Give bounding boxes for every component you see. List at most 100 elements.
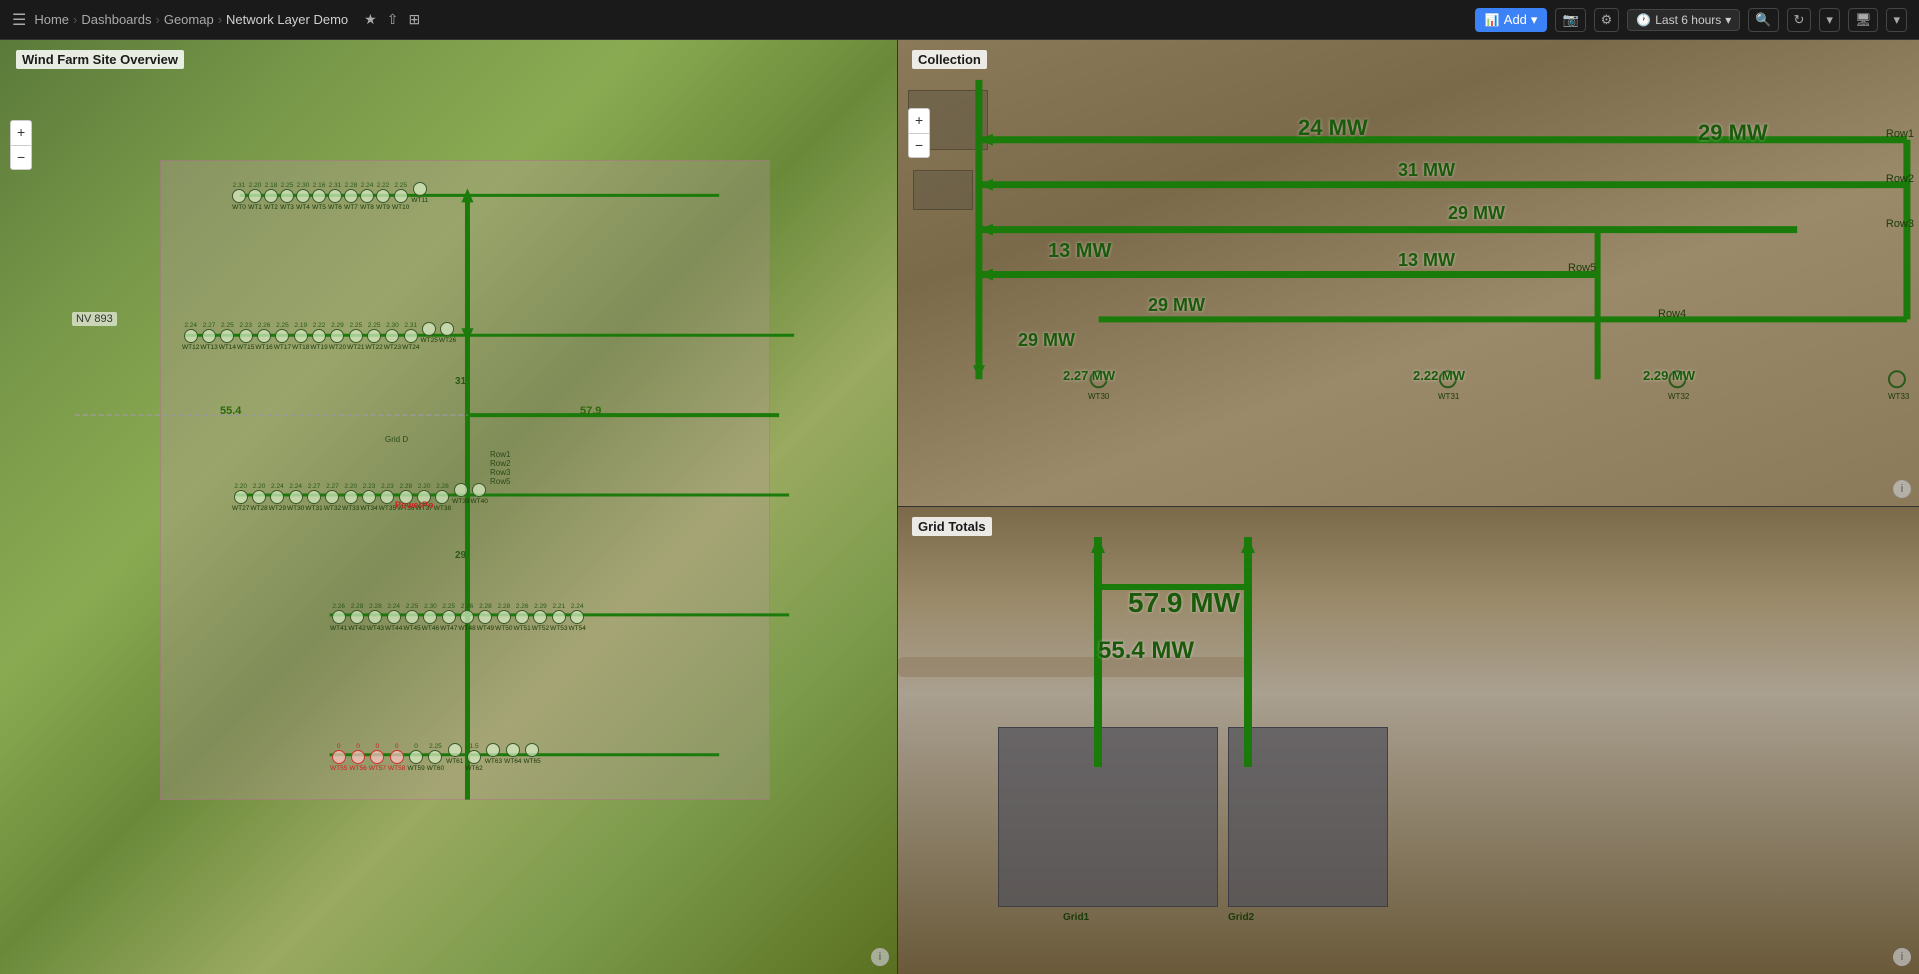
- turbine-wt47: 2.25WT47: [440, 603, 457, 632]
- expand-button[interactable]: ▾: [1886, 8, 1907, 32]
- left-zoom-out[interactable]: −: [11, 146, 31, 170]
- settings-button[interactable]: ⚙: [1594, 8, 1620, 32]
- turbine-wt3: 2.25 WT3: [280, 182, 294, 211]
- turbine-wt46: 2.30WT46: [422, 603, 439, 632]
- chevron-down-button[interactable]: ▾: [1819, 8, 1840, 32]
- turbine-wt54: 2.24WT54: [568, 603, 585, 632]
- mw-24mw: 24 MW: [1298, 115, 1368, 141]
- turbine-wt44: 2.24WT44: [385, 603, 402, 632]
- turbine-wt13: 2.27WT13: [200, 322, 217, 351]
- turbine-wt56: 0WT56: [349, 743, 366, 772]
- camera-button[interactable]: 📷: [1555, 8, 1585, 32]
- breadcrumb-dashboards[interactable]: Dashboards: [81, 12, 151, 27]
- turbine-wt23: 2.30WT23: [384, 322, 401, 351]
- turbine-wt1: 2.20 WT1: [248, 182, 262, 211]
- mw-13mw-2: 13 MW: [1398, 250, 1455, 271]
- grid-icon[interactable]: ⊞: [408, 11, 420, 28]
- turbine-wt8: 2.24 WT8: [360, 182, 374, 211]
- add-chevron: ▾: [1531, 12, 1538, 28]
- turbine-wt31: 2.27WT31: [305, 483, 322, 512]
- turbine-wt58: 0WT58: [388, 743, 405, 772]
- turbine-wt12: 2.24WT12: [182, 322, 199, 351]
- right-panel: Collection + −: [898, 40, 1919, 974]
- turbine-wt33: 2.20WT33: [342, 483, 359, 512]
- mw-wt31: 2.22 MW: [1413, 368, 1465, 383]
- grid-label-1: Grid1: [1063, 912, 1089, 923]
- grid-totals-map[interactable]: 57.9 MW 55.4 MW Grid1 Grid2 i: [898, 507, 1919, 974]
- wind-farm-map[interactable]: NV 893: [0, 40, 897, 974]
- mw-29mw-2: 29 MW: [1148, 295, 1205, 316]
- mw-wt32: 2.29 MW: [1643, 368, 1695, 383]
- turbine-wt62: 1.5WT62: [465, 743, 482, 772]
- monitor-button[interactable]: 🖥: [1848, 8, 1879, 32]
- row-label-3: Row3: [1886, 218, 1914, 230]
- powerpo-label: PowerPo: [395, 500, 434, 510]
- turbine-wt38: 2.28WT38: [434, 483, 451, 512]
- star-icon[interactable]: ★: [364, 11, 377, 28]
- turbine-wt65: WT65: [523, 743, 540, 772]
- breadcrumb-home[interactable]: Home: [34, 12, 69, 27]
- turbine-wt0: 2.31 WT0: [232, 182, 246, 211]
- refresh-button[interactable]: ↻: [1787, 8, 1812, 32]
- turbine-wt7: 2.28 WT7: [344, 182, 358, 211]
- turbine-wt26: WT26: [439, 322, 456, 351]
- topbar: ☰ Home › Dashboards › Geomap › Network L…: [0, 0, 1919, 40]
- grid-57-9mw: 57.9 MW: [1128, 587, 1240, 619]
- breadcrumb-sep-2: ›: [155, 12, 159, 27]
- mw-wt30: 2.27 MW: [1063, 368, 1115, 383]
- grid-totals-panel: Grid Totals + −: [898, 507, 1919, 974]
- turbine-label-wt31: WT31: [1438, 392, 1459, 401]
- turbine-wt29: 2.24WT29: [269, 483, 286, 512]
- add-button[interactable]: 📊 Add ▾: [1475, 8, 1548, 32]
- left-panel-info-button[interactable]: i: [871, 948, 889, 966]
- turbine-wt48: 2.26WT48: [458, 603, 475, 632]
- turbine-wt32: 2.27WT32: [324, 483, 341, 512]
- breadcrumb-geomap[interactable]: Geomap: [164, 12, 214, 27]
- hamburger-icon[interactable]: ☰: [12, 10, 26, 30]
- left-zoom-control: + −: [10, 120, 32, 170]
- collection-panel-info-button[interactable]: i: [1893, 480, 1911, 498]
- breadcrumb-sep-1: ›: [73, 12, 77, 27]
- time-range-selector[interactable]: 🕐 Last 6 hours ▾: [1627, 9, 1740, 31]
- share-icon[interactable]: ⇧: [387, 11, 399, 28]
- collection-title: Collection: [912, 50, 987, 69]
- turbine-label-wt32: WT32: [1668, 392, 1689, 401]
- turbine-row-1: 2.31 WT0 2.20 WT1 2.18 WT2 2.25: [232, 182, 428, 211]
- row-label-1: Row1: [1886, 128, 1914, 140]
- road-label-nv893: NV 893: [72, 312, 117, 326]
- wind-farm-title: Wind Farm Site Overview: [16, 50, 184, 69]
- left-zoom-in[interactable]: +: [11, 121, 31, 146]
- wind-farm-site-boundary: [160, 160, 770, 800]
- turbine-wt43: 2.28WT43: [367, 603, 384, 632]
- mw-13mw-1: 13 MW: [1048, 240, 1111, 263]
- turbine-wt55: 0WT55: [330, 743, 347, 772]
- mw-31mw: 31 MW: [1398, 160, 1455, 181]
- turbine-wt2: 2.18 WT2: [264, 182, 278, 211]
- turbine-wt10: 2.25 WT10: [392, 182, 409, 211]
- grid-totals-info-button[interactable]: i: [1893, 948, 1911, 966]
- turbine-wt11: WT11: [411, 182, 428, 211]
- turbine-wt45: 2.25WT45: [403, 603, 420, 632]
- collection-lines-svg: [898, 40, 1919, 506]
- mw-29mw-1: 29 MW: [1448, 203, 1505, 224]
- turbine-wt16: 2.26WT16: [255, 322, 272, 351]
- collection-map[interactable]: 24 MW 31 MW 29 MW 13 MW 13 MW 29 MW 29 M…: [898, 40, 1919, 506]
- turbine-wt53: 2.21WT53: [550, 603, 567, 632]
- wind-farm-panel: Wind Farm Site Overview + − NV 893: [0, 40, 898, 974]
- turbine-wt9: 2.22 WT9: [376, 182, 390, 211]
- collection-zoom-out[interactable]: −: [909, 134, 929, 158]
- collection-zoom-control: + −: [908, 108, 930, 158]
- mw-label-29: 29: [455, 550, 466, 561]
- turbine-wt52: 2.29WT52: [532, 603, 549, 632]
- grid-building-1: [998, 727, 1218, 907]
- collection-zoom-in[interactable]: +: [909, 109, 929, 134]
- turbine-wt35: 2.23WT35: [379, 483, 396, 512]
- turbine-wt19: 2.22WT19: [310, 322, 327, 351]
- grid-building-2: [1228, 727, 1388, 907]
- turbine-wt21: 2.25WT21: [347, 322, 364, 351]
- zoom-out-button[interactable]: 🔍: [1748, 8, 1778, 32]
- turbine-wt24: 2.31WT24: [402, 322, 419, 351]
- breadcrumb-sep-3: ›: [218, 12, 222, 27]
- turbine-row-3: 2.20WT27 2.20WT28 2.24WT29 2.24WT30 2.27…: [232, 483, 488, 512]
- row-label-5: Row5: [1568, 262, 1596, 274]
